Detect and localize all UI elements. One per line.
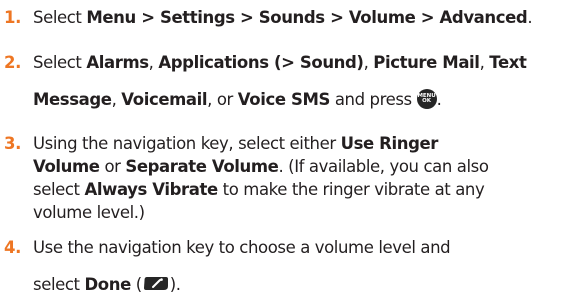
option-separate-volume: Separate Volume xyxy=(125,157,279,176)
instruction-list: 1. Select Menu > Settings > Sounds > Vol… xyxy=(0,0,570,307)
option-always-vibrate: Always Vibrate xyxy=(84,180,218,199)
option-voice-sms: Voice SMS xyxy=(237,90,331,109)
text-line: Select Alarms, Applications (> Sound), P… xyxy=(33,53,527,72)
text-line: Volume or Separate Volume. (If available… xyxy=(33,157,489,176)
option-text-message: Message xyxy=(33,90,112,109)
option-text-message: Text xyxy=(489,53,527,72)
text-run: select xyxy=(33,275,85,294)
text-line: Using the navigation key, select either … xyxy=(33,134,438,153)
option-applications: Applications (> Sound) xyxy=(158,53,364,72)
text-run: or xyxy=(99,157,126,176)
text-run: , xyxy=(363,53,374,72)
option-use-ringer-volume: Use Ringer xyxy=(340,134,439,153)
step-number: 4. xyxy=(4,238,21,257)
step-number: 2. xyxy=(4,53,21,72)
option-done: Done xyxy=(84,275,131,294)
text-line: Use the navigation key to choose a volum… xyxy=(33,238,451,257)
text-line: Select Menu > Settings > Sounds > Volume… xyxy=(33,8,533,27)
text-line: select Done ( ). xyxy=(33,275,181,294)
option-picture-mail: Picture Mail xyxy=(373,53,480,72)
text-run: and press xyxy=(329,90,417,109)
text-line: select Always Vibrate to make the ringer… xyxy=(33,180,485,199)
text-run: , xyxy=(479,53,490,72)
text-run: volume level.) xyxy=(33,203,145,222)
text-line: Message, Voicemail, or Voice SMS and pre… xyxy=(33,88,442,111)
text-run: . (If available, you can also xyxy=(278,157,489,176)
text-run: , xyxy=(111,90,122,109)
option-alarms: Alarms xyxy=(86,53,149,72)
text-run: ( xyxy=(130,275,142,294)
text-run: . xyxy=(436,90,442,109)
menu-path: Menu > Settings > Sounds > Volume > Adva… xyxy=(86,8,528,27)
text-run: . xyxy=(527,8,533,27)
text-run: , xyxy=(148,53,159,72)
menu-ok-key-icon: MENU OK xyxy=(416,88,437,109)
text-run: , or xyxy=(207,90,238,109)
step-number: 1. xyxy=(4,8,21,27)
text-run: to make the ringer vibrate at any xyxy=(217,180,485,199)
option-voicemail: Voicemail xyxy=(121,90,208,109)
text-run: Use the navigation key to choose a volum… xyxy=(33,238,451,257)
text-run: select xyxy=(33,180,85,199)
text-line: volume level.) xyxy=(33,203,145,222)
left-softkey-icon xyxy=(142,275,170,292)
text-run: ). xyxy=(169,275,181,294)
text-run: Select xyxy=(33,8,87,27)
text-run: Select xyxy=(33,53,87,72)
step-number: 3. xyxy=(4,134,21,153)
option-use-ringer-volume: Volume xyxy=(33,157,100,176)
menu-ok-key-label: MENU OK xyxy=(417,92,436,104)
text-run: Using the navigation key, select either xyxy=(33,134,341,153)
